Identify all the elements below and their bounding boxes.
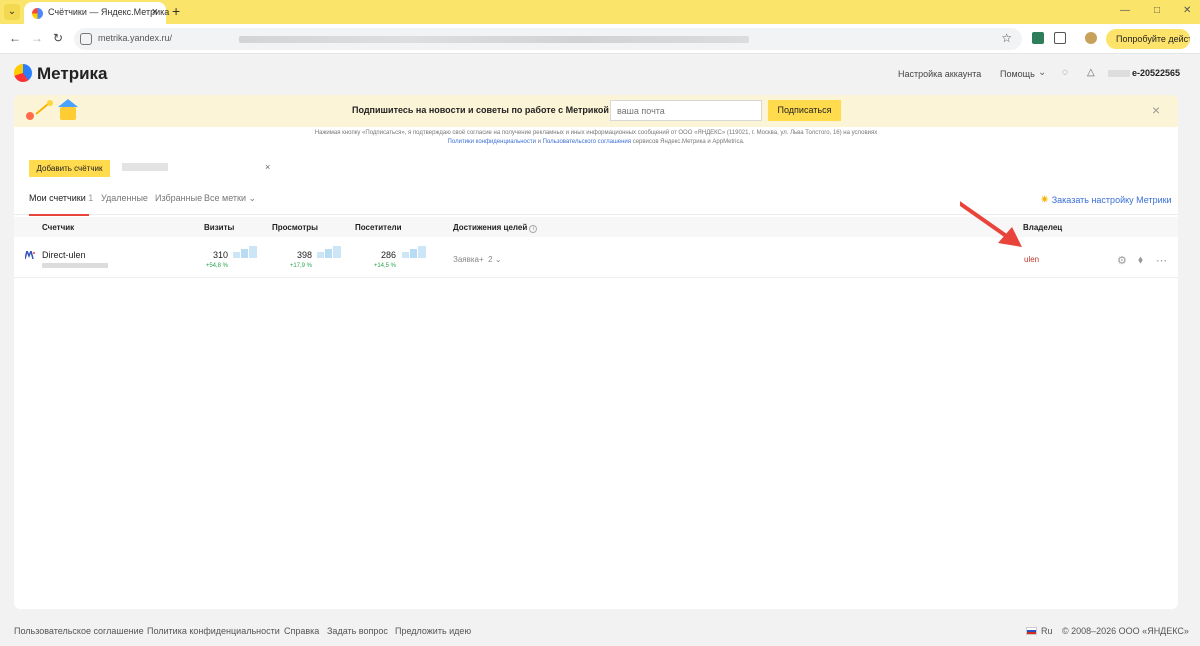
profile-icon[interactable] bbox=[1085, 32, 1097, 44]
tab-my-counters[interactable]: Мои счетчики 1 bbox=[29, 193, 93, 203]
visitors-value: 286 bbox=[380, 250, 396, 260]
metrika-header: Метрика Настройка аккаунта Помощь ⌄ ◌ △ … bbox=[0, 55, 1200, 93]
column-views[interactable]: Просмотры bbox=[272, 223, 318, 232]
labels-chevron-down-icon: ⌄ bbox=[248, 193, 257, 203]
gear-icon[interactable]: ⚙ bbox=[1117, 254, 1127, 267]
privacy-policy-link[interactable]: Политики конфиденциальности bbox=[448, 139, 536, 145]
close-window-button[interactable]: ✕ bbox=[1183, 5, 1191, 16]
bookmark-star-icon[interactable]: ☆ bbox=[1001, 31, 1012, 45]
tab-my-counters-label: Мои счетчики bbox=[29, 193, 86, 203]
counter-name-link[interactable]: Direct-ulen bbox=[42, 250, 86, 260]
owner-name: ulen bbox=[1024, 255, 1040, 264]
russian-flag-icon bbox=[1026, 627, 1037, 635]
legal-and: и bbox=[535, 139, 543, 145]
counter-site-redacted bbox=[42, 263, 108, 268]
active-tab-underline bbox=[29, 214, 89, 216]
user-avatar-redacted bbox=[1108, 70, 1130, 77]
visits-value: 310 bbox=[212, 250, 228, 260]
visitors-delta: +14,5 % bbox=[373, 263, 396, 269]
chat-bubble-icon[interactable]: ◌ bbox=[1062, 67, 1068, 78]
new-tab-button[interactable]: + bbox=[172, 3, 180, 19]
minimize-button[interactable]: — bbox=[1120, 5, 1130, 16]
subscribe-banner-text: Подпишитесь на новости и советы по работ… bbox=[352, 105, 609, 115]
tab-search-button[interactable]: ⌄ bbox=[4, 4, 20, 20]
language-switch[interactable]: Ru bbox=[1041, 626, 1053, 636]
help-link[interactable]: Помощь bbox=[1000, 69, 1035, 79]
account-settings-link[interactable]: Настройка аккаунта bbox=[898, 69, 981, 79]
tab-all-labels-label: Все метки bbox=[204, 193, 246, 203]
metrika-logo-icon[interactable] bbox=[14, 64, 32, 82]
visitors-sparkline bbox=[402, 246, 426, 258]
tab-all-labels[interactable]: Все метки ⌄ bbox=[204, 193, 256, 204]
forward-arrow-icon[interactable]: → bbox=[31, 31, 43, 45]
views-value: 398 bbox=[296, 250, 312, 260]
footer-suggest-idea-link[interactable]: Предложить идею bbox=[395, 626, 471, 636]
try-action-button[interactable]: Попробуйте действие bbox=[1106, 29, 1190, 49]
banner-close-icon[interactable]: × bbox=[1152, 102, 1160, 118]
legal-tail: сервисов Яндекс.Метрика и AppMetrica. bbox=[631, 139, 745, 145]
views-sparkline bbox=[317, 246, 341, 258]
maximize-button[interactable]: □ bbox=[1154, 5, 1160, 16]
subscribe-banner: Подпишитесь на новости и советы по работ… bbox=[14, 95, 1178, 127]
footer-help-link[interactable]: Справка bbox=[284, 626, 319, 636]
column-goals-label: Достижения целей bbox=[453, 223, 528, 232]
browser-tabstrip: ⌄ Счётчики — Яндекс.Метрика × + — □ ✕ bbox=[0, 0, 1200, 24]
user-login[interactable]: e-20522565 bbox=[1132, 68, 1180, 78]
promo-illustration-icon bbox=[26, 99, 78, 120]
visits-delta: +54,8 % bbox=[205, 263, 228, 269]
footer-ask-question-link[interactable]: Задать вопрос bbox=[327, 626, 388, 636]
counter-favicon-icon bbox=[25, 251, 35, 259]
order-setup-link[interactable]: ✷ Заказать настройку Метрики bbox=[1040, 193, 1172, 206]
site-info-icon[interactable] bbox=[80, 33, 92, 45]
column-goals[interactable]: Достижения целей i bbox=[453, 223, 538, 233]
address-bar[interactable]: metrika.yandex.ru/ ☆ bbox=[74, 28, 1022, 50]
page-footer: Пользовательское соглашение Политика кон… bbox=[0, 622, 1200, 642]
column-counter[interactable]: Счетчик bbox=[42, 223, 74, 232]
tag-icon[interactable]: ⬧ bbox=[1138, 254, 1143, 267]
search-clear-icon[interactable]: × bbox=[265, 162, 270, 172]
more-icon[interactable]: ⋯ bbox=[1156, 254, 1167, 267]
tab-my-counters-count: 1 bbox=[88, 193, 94, 203]
counter-search-input[interactable] bbox=[122, 163, 168, 171]
browser-toolbar: ← → ↻ metrika.yandex.ru/ ☆ Попробуйте де… bbox=[0, 24, 1200, 54]
goals-info-icon[interactable]: i bbox=[529, 225, 538, 233]
sparkle-icon: ✷ bbox=[1040, 194, 1050, 206]
footer-user-agreement-link[interactable]: Пользовательское соглашение bbox=[14, 626, 144, 636]
goals-dropdown[interactable]: Заявка+ 2 ⌄ bbox=[453, 255, 502, 264]
help-chevron-down-icon: ⌄ bbox=[1038, 67, 1047, 78]
tab-deleted[interactable]: Удаленные bbox=[101, 193, 148, 203]
subscribe-button[interactable]: Подписаться bbox=[768, 100, 841, 121]
goal-count: 2 bbox=[488, 255, 493, 264]
extension-icon[interactable] bbox=[1032, 32, 1044, 44]
subscribe-legal-text: Нажимая кнопку «Подписаться», я подтверж… bbox=[14, 129, 1178, 147]
notifications-bell-icon[interactable]: △ bbox=[1087, 67, 1095, 78]
column-visits[interactable]: Визиты bbox=[204, 223, 234, 232]
url-redacted bbox=[239, 36, 749, 43]
goal-name: Заявка+ bbox=[453, 255, 484, 264]
metrika-logo-text[interactable]: Метрика bbox=[37, 64, 108, 84]
add-counter-button[interactable]: Добавить счётчик bbox=[29, 160, 110, 177]
column-visitors[interactable]: Посетители bbox=[355, 223, 402, 232]
footer-copyright: © 2008–2026 ООО «ЯНДЕКС» bbox=[1062, 626, 1189, 636]
extensions-puzzle-icon[interactable] bbox=[1054, 32, 1066, 44]
url-text: metrika.yandex.ru/ bbox=[98, 33, 173, 43]
tab-favorites[interactable]: Избранные bbox=[155, 193, 202, 203]
visits-sparkline bbox=[233, 246, 257, 258]
legal-line: Нажимая кнопку «Подписаться», я подтверж… bbox=[314, 130, 878, 136]
footer-privacy-link[interactable]: Политика конфиденциальности bbox=[147, 626, 280, 636]
views-delta: +17,9 % bbox=[289, 263, 312, 269]
metrika-favicon-icon bbox=[32, 8, 43, 19]
goals-chevron-down-icon: ⌄ bbox=[494, 255, 502, 264]
order-setup-label: Заказать настройку Метрики bbox=[1051, 195, 1172, 205]
browser-tab-active[interactable]: Счётчики — Яндекс.Метрика × bbox=[24, 2, 169, 24]
back-arrow-icon[interactable]: ← bbox=[9, 31, 21, 45]
legal-line-2: Политики конфиденциальности и Пользовате… bbox=[14, 138, 1178, 147]
tab-close-icon[interactable]: × bbox=[152, 6, 158, 18]
reload-icon[interactable]: ↻ bbox=[53, 31, 63, 45]
user-agreement-link[interactable]: Пользовательского соглашения bbox=[543, 139, 631, 145]
annotation-arrow-icon bbox=[960, 201, 1022, 247]
email-input[interactable] bbox=[610, 100, 762, 121]
